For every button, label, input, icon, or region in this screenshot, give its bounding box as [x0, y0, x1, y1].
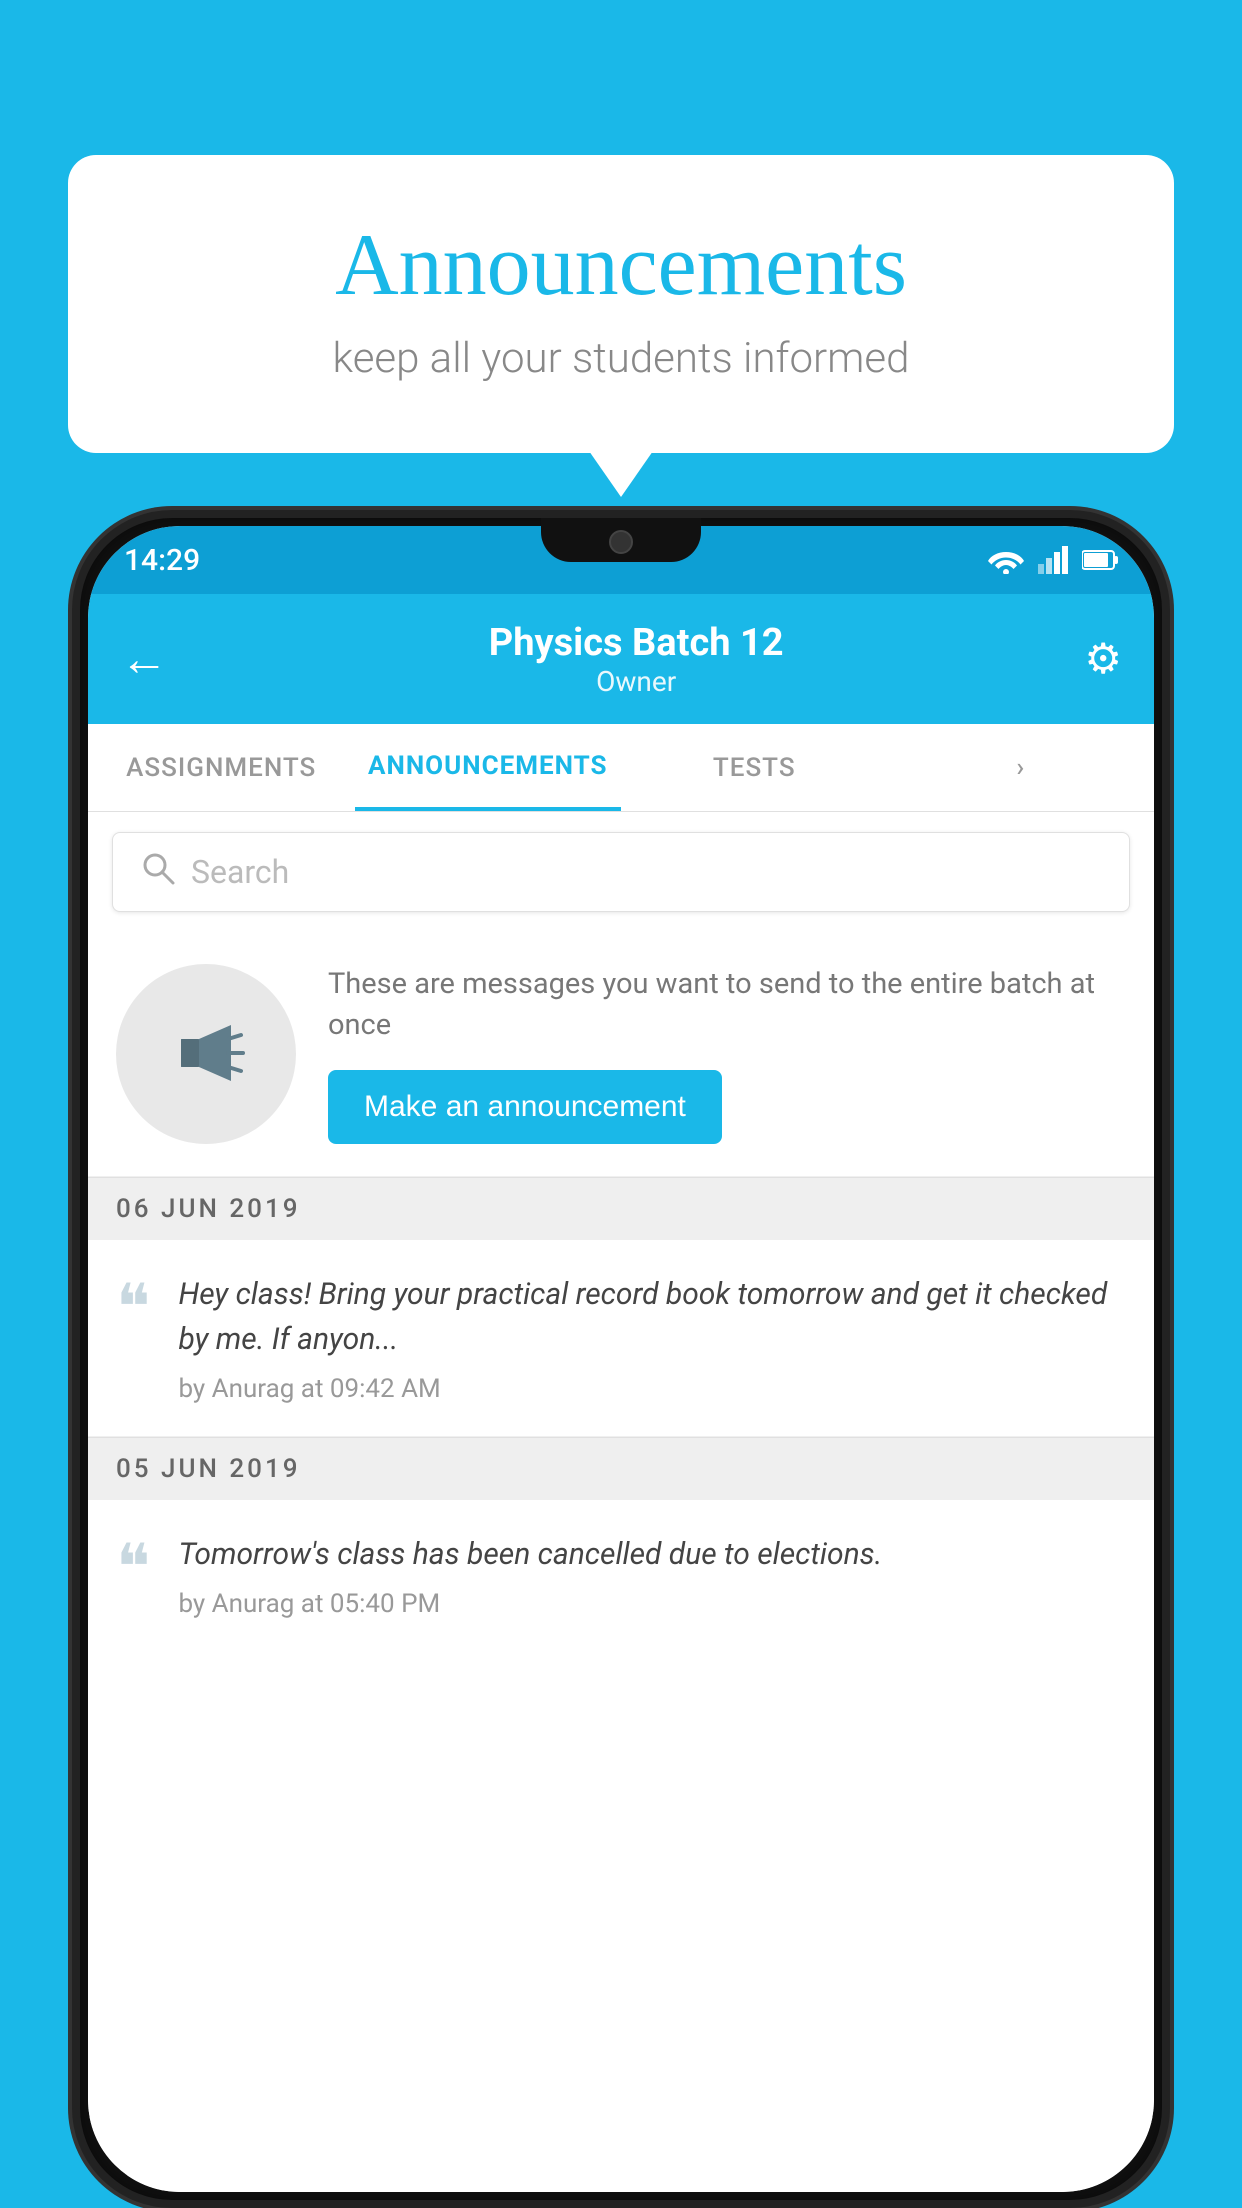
phone-frame: 14:29 — [72, 510, 1170, 2208]
announcement-item-1[interactable]: ❝ Hey class! Bring your practical record… — [88, 1240, 1154, 1437]
front-camera — [609, 530, 633, 554]
announcement-text-2: Tomorrow's class has been cancelled due … — [178, 1532, 1126, 1577]
speech-bubble-section: Announcements keep all your students inf… — [68, 155, 1174, 453]
volume-up-button — [72, 818, 76, 908]
make-announcement-button[interactable]: Make an announcement — [328, 1070, 722, 1144]
announcement-promo: These are messages you want to send to t… — [88, 932, 1154, 1177]
tab-tests[interactable]: TESTS — [621, 724, 888, 811]
app-header: ← Physics Batch 12 Owner ⚙ — [88, 594, 1154, 724]
bubble-title: Announcements — [148, 215, 1094, 316]
header-subtitle: Owner — [188, 665, 1084, 698]
quote-icon-2: ❝ — [116, 1536, 150, 1600]
phone-screen: 14:29 — [88, 526, 1154, 2192]
wifi-icon — [988, 546, 1024, 574]
battery-icon — [1082, 549, 1118, 571]
content-area: Search These — [88, 812, 1154, 2192]
date-separator-1: 06 JUN 2019 — [88, 1177, 1154, 1240]
status-icons — [988, 546, 1118, 574]
status-time: 14:29 — [124, 543, 200, 578]
promo-icon-circle — [116, 964, 296, 1144]
header-center: Physics Batch 12 Owner — [188, 621, 1084, 698]
volume-down-button — [72, 938, 76, 1028]
announcement-content-2: Tomorrow's class has been cancelled due … — [178, 1532, 1126, 1619]
announcement-text-1: Hey class! Bring your practical record b… — [178, 1272, 1126, 1362]
tab-more[interactable]: › — [888, 724, 1155, 811]
date-separator-2: 05 JUN 2019 — [88, 1437, 1154, 1500]
speech-bubble-card: Announcements keep all your students inf… — [68, 155, 1174, 453]
announcement-item-2[interactable]: ❝ Tomorrow's class has been cancelled du… — [88, 1500, 1154, 1639]
tabs-bar: ASSIGNMENTS ANNOUNCEMENTS TESTS › — [88, 724, 1154, 812]
header-title: Physics Batch 12 — [188, 621, 1084, 665]
quote-icon-1: ❝ — [116, 1276, 150, 1340]
tab-announcements[interactable]: ANNOUNCEMENTS — [355, 724, 622, 811]
signal-icon — [1038, 546, 1068, 574]
tab-assignments[interactable]: ASSIGNMENTS — [88, 724, 355, 811]
search-bar[interactable]: Search — [112, 832, 1130, 912]
search-placeholder: Search — [191, 853, 289, 891]
phone-device: 14:29 — [72, 510, 1170, 2208]
promo-description: These are messages you want to send to t… — [328, 964, 1126, 1045]
promo-content: These are messages you want to send to t… — [328, 964, 1126, 1143]
power-button — [1166, 878, 1170, 1008]
search-icon — [141, 851, 175, 894]
megaphone-icon — [161, 1009, 251, 1099]
announcement-meta-2: by Anurag at 05:40 PM — [178, 1589, 1126, 1619]
bubble-subtitle: keep all your students informed — [148, 334, 1094, 383]
announcement-content-1: Hey class! Bring your practical record b… — [178, 1272, 1126, 1404]
phone-notch — [541, 518, 701, 562]
announcement-meta-1: by Anurag at 09:42 AM — [178, 1374, 1126, 1404]
back-button[interactable]: ← — [120, 635, 168, 683]
settings-icon[interactable]: ⚙ — [1084, 634, 1122, 684]
